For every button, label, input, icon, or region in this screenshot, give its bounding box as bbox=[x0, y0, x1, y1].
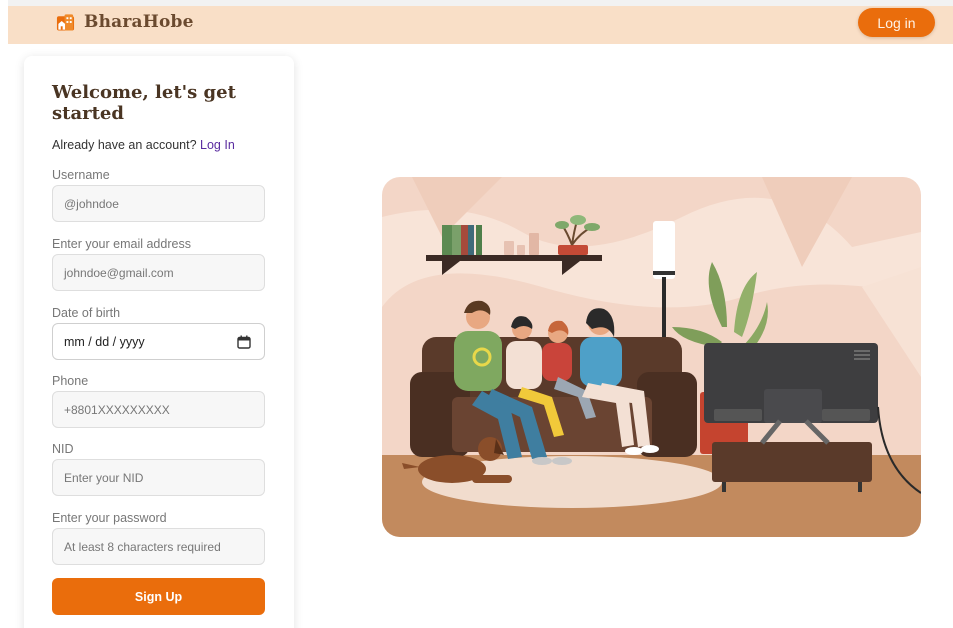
phone-placeholder: +8801XXXXXXXXX bbox=[64, 402, 170, 417]
dob-input[interactable]: mm / dd / yyyy bbox=[52, 323, 265, 360]
email-placeholder: johndoe@gmail.com bbox=[64, 265, 174, 280]
dob-placeholder: mm / dd / yyyy bbox=[64, 334, 145, 349]
have-account-text: Already have an account? bbox=[52, 138, 197, 152]
username-label: Username bbox=[52, 168, 110, 182]
username-input[interactable]: @johndoe bbox=[52, 185, 265, 222]
nid-placeholder: Enter your NID bbox=[64, 470, 144, 485]
signup-card: Welcome, let's get started Already have … bbox=[24, 56, 294, 628]
dob-label: Date of birth bbox=[52, 306, 121, 320]
username-placeholder: @johndoe bbox=[64, 196, 119, 211]
nid-label: NID bbox=[52, 442, 74, 456]
calendar-icon[interactable] bbox=[237, 335, 251, 349]
page: BharaHobe Log in Welcome, let's get star… bbox=[0, 0, 953, 628]
email-input[interactable]: johndoe@gmail.com bbox=[52, 254, 265, 291]
login-link[interactable]: Log In bbox=[200, 138, 235, 152]
password-input[interactable]: At least 8 characters required bbox=[52, 528, 265, 565]
password-placeholder: At least 8 characters required bbox=[64, 539, 221, 554]
brand-name: BharaHobe bbox=[84, 12, 194, 32]
login-button[interactable]: Log in bbox=[858, 8, 935, 37]
have-account-line: Already have an account? Log In bbox=[52, 138, 235, 152]
house-logo-icon bbox=[56, 14, 75, 31]
phone-input[interactable]: +8801XXXXXXXXX bbox=[52, 391, 265, 428]
email-label: Enter your email address bbox=[52, 237, 191, 251]
nid-input[interactable]: Enter your NID bbox=[52, 459, 265, 496]
password-label: Enter your password bbox=[52, 511, 167, 525]
top-navigation-bar: BharaHobe Log in bbox=[8, 0, 953, 44]
phone-label: Phone bbox=[52, 374, 89, 388]
signup-title: Welcome, let's get started bbox=[52, 82, 236, 124]
family-illustration bbox=[382, 177, 921, 537]
brand[interactable]: BharaHobe bbox=[56, 12, 194, 32]
signup-button[interactable]: Sign Up bbox=[52, 578, 265, 615]
